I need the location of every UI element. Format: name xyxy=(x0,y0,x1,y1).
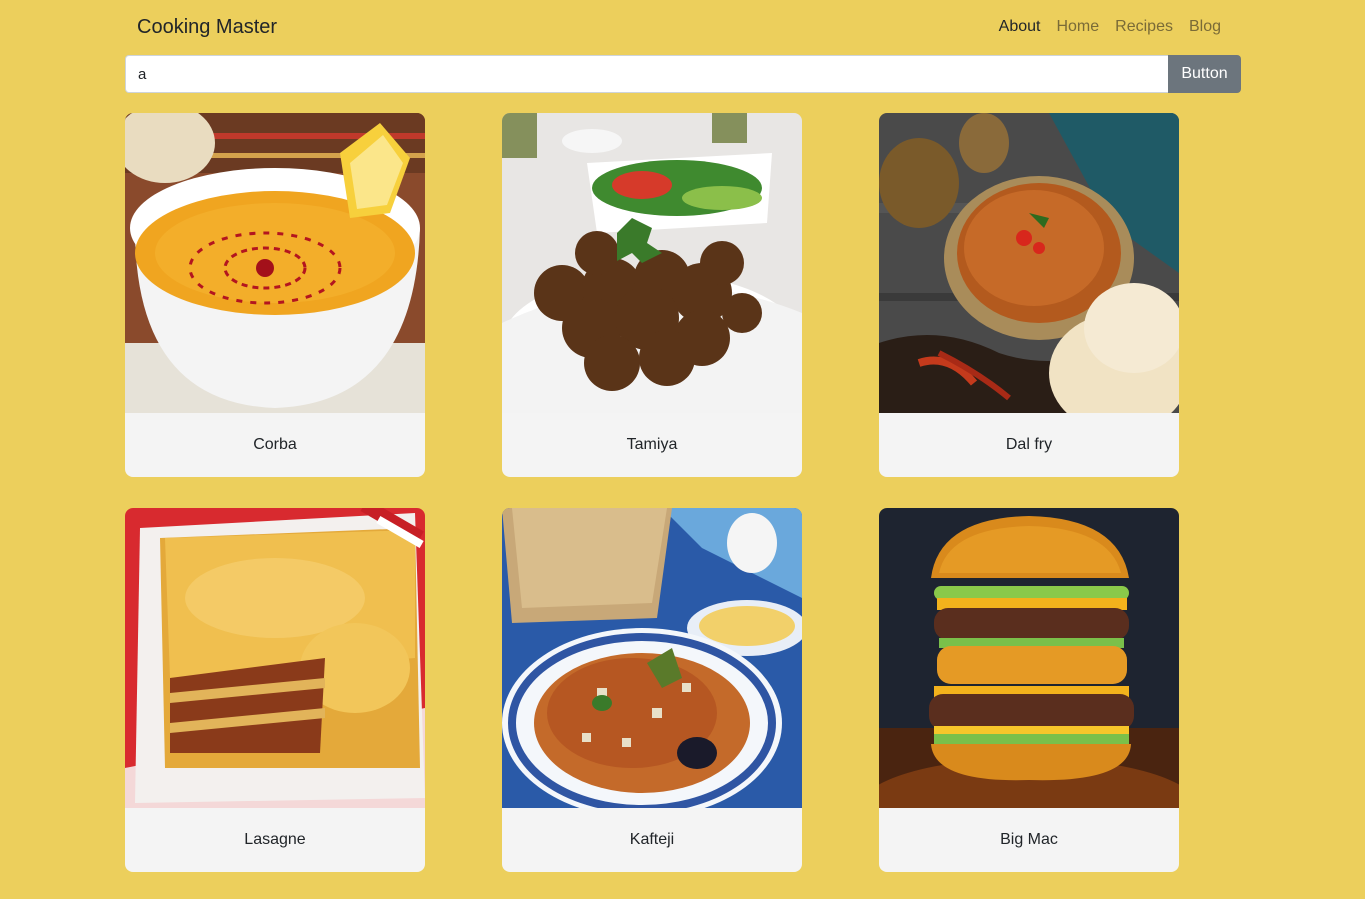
recipe-title-corba[interactable]: Corba xyxy=(125,413,425,477)
brand-logo[interactable]: Cooking Master xyxy=(137,16,277,39)
nav-link-recipes[interactable]: Recipes xyxy=(1115,18,1173,36)
search-bar: Button xyxy=(125,55,1241,93)
navbar: Cooking Master About Home Recipes Blog xyxy=(125,0,1241,56)
recipe-card-kafteji[interactable]: Kafteji xyxy=(502,508,802,872)
recipe-title-tamiya[interactable]: Tamiya xyxy=(502,413,802,477)
recipe-image-dal-fry[interactable] xyxy=(879,113,1179,413)
nav-links: About Home Recipes Blog xyxy=(999,18,1221,36)
recipe-card-dal-fry[interactable]: Dal fry xyxy=(879,113,1179,477)
recipe-image-corba[interactable] xyxy=(125,113,425,413)
recipe-title-big-mac[interactable]: Big Mac xyxy=(879,808,1179,872)
recipe-card-corba[interactable]: Corba xyxy=(125,113,425,477)
recipe-title-kafteji[interactable]: Kafteji xyxy=(502,808,802,872)
nav-link-about[interactable]: About xyxy=(999,18,1041,36)
nav-link-home[interactable]: Home xyxy=(1056,18,1099,36)
recipe-image-lasagne[interactable] xyxy=(125,508,425,808)
recipe-title-lasagne[interactable]: Lasagne xyxy=(125,808,425,872)
search-button[interactable]: Button xyxy=(1168,55,1241,93)
nav-link-blog[interactable]: Blog xyxy=(1189,18,1221,36)
search-input[interactable] xyxy=(125,55,1168,93)
recipe-image-tamiya[interactable] xyxy=(502,113,802,413)
recipe-card-big-mac[interactable]: Big Mac xyxy=(879,508,1179,872)
recipe-card-tamiya[interactable]: Tamiya xyxy=(502,113,802,477)
recipe-title-dal-fry[interactable]: Dal fry xyxy=(879,413,1179,477)
recipe-image-kafteji[interactable] xyxy=(502,508,802,808)
recipe-card-lasagne[interactable]: Lasagne xyxy=(125,508,425,872)
recipe-image-big-mac[interactable] xyxy=(879,508,1179,808)
